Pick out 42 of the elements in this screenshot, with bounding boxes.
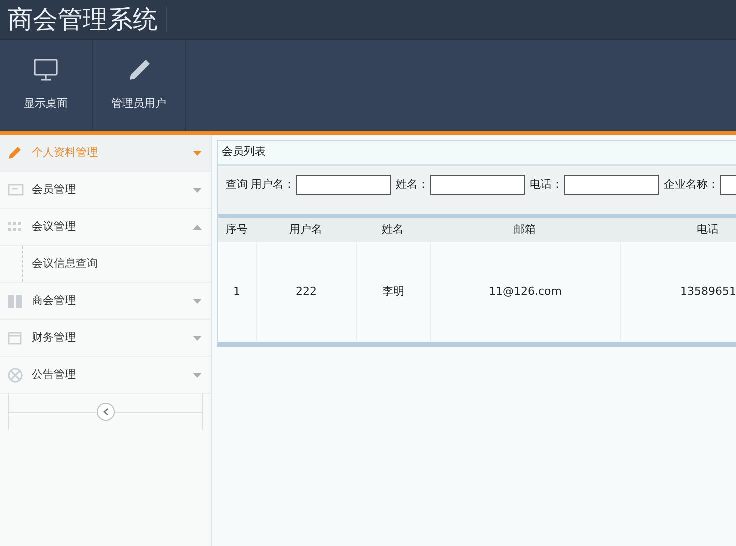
column-header: 姓名	[381, 222, 405, 238]
column-header: 序号	[225, 222, 249, 238]
sidebar-item[interactable]: 财务管理	[0, 320, 211, 357]
field-label: 用户名：	[251, 177, 295, 193]
card-icon	[8, 184, 24, 196]
column-header: 用户名	[288, 222, 324, 238]
sidebar-item[interactable]: 会员管理	[0, 172, 211, 209]
table-cell: 李明	[356, 242, 430, 342]
caret-icon	[193, 224, 202, 230]
search-field[interactable]	[296, 175, 391, 195]
panel-title: 会员列表	[222, 144, 266, 160]
field-label: 电话：	[530, 177, 563, 193]
table-cell: 11@126.com	[430, 242, 620, 342]
caret-icon	[193, 336, 202, 340]
search-label: 查询	[226, 177, 248, 193]
calendar-icon	[8, 331, 22, 345]
column-header: 邮箱	[513, 222, 537, 238]
column-header: 电话	[696, 222, 720, 238]
table-cell: 13589651	[620, 242, 736, 342]
caret-icon	[193, 372, 202, 378]
search-field[interactable]	[430, 175, 525, 195]
caret-icon	[193, 188, 202, 192]
table-cell: 222	[256, 242, 356, 342]
monitor-icon	[33, 58, 59, 82]
sidebar-item[interactable]: 商会管理	[0, 283, 211, 320]
table-cell-text: 1	[232, 284, 242, 300]
field-label: 企业名称：	[664, 177, 719, 193]
toolbar-button[interactable]: 显示桌面	[0, 40, 93, 131]
caret-icon	[193, 150, 202, 156]
field-label: 姓名：	[396, 177, 429, 193]
pencil-icon	[8, 146, 22, 160]
collapse-button[interactable]	[96, 403, 114, 421]
search-field[interactable]	[564, 175, 659, 195]
toolbar-button[interactable]: 管理员用户	[93, 40, 186, 131]
chevron-left-icon	[102, 408, 108, 416]
columns-icon	[8, 294, 22, 308]
grid-icon	[8, 222, 22, 232]
sidebar-item[interactable]: 公告管理	[0, 357, 211, 394]
sidebar-item[interactable]: 会议管理	[0, 209, 211, 246]
app-title: 商会管理系统	[8, 7, 167, 32]
caret-icon	[193, 298, 202, 304]
submenu-item[interactable]: 会议信息查询	[32, 256, 98, 272]
